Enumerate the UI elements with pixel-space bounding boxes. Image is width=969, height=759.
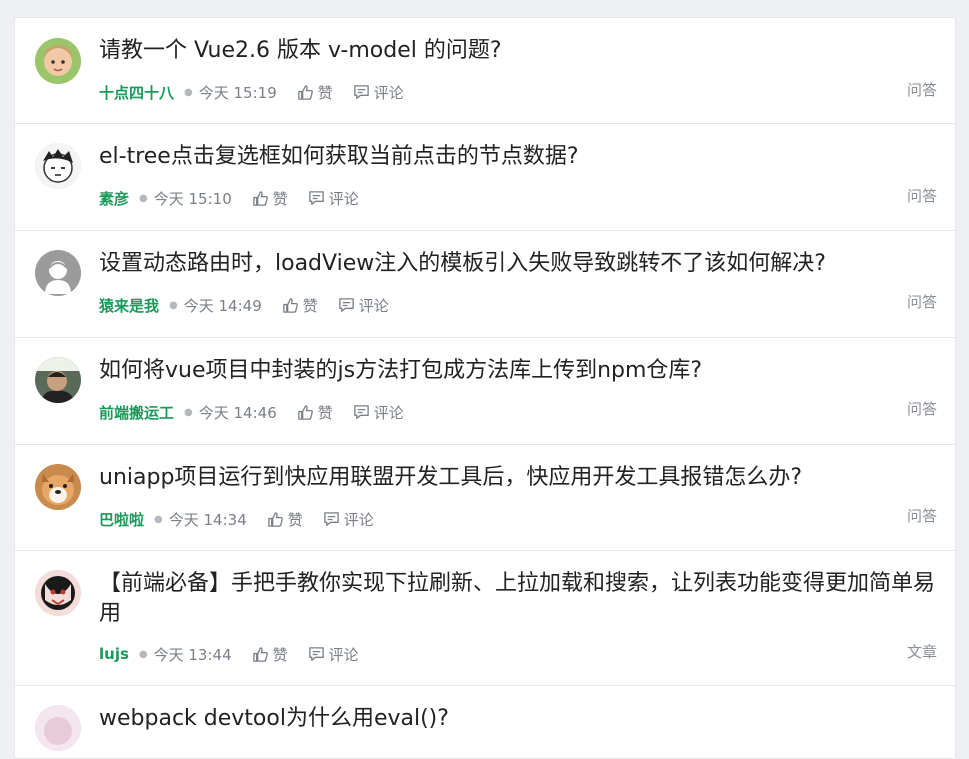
- post-type-tag[interactable]: 问答: [907, 505, 937, 526]
- post-type-tag[interactable]: 问答: [907, 79, 937, 100]
- post-type-tag[interactable]: 问答: [907, 398, 937, 419]
- author-name[interactable]: 猿来是我: [99, 295, 159, 316]
- thumbs-up-icon: [282, 297, 298, 313]
- feed-item[interactable]: el-tree点击复选框如何获取当前点击的节点数据? 素彦 ● 今天 15:10…: [15, 124, 955, 231]
- author-name[interactable]: 素彦: [99, 188, 129, 209]
- post-title[interactable]: 设置动态路由时，loadView注入的模板引入失败导致跳转不了该如何解决?: [99, 249, 939, 279]
- comment-label: 评论: [373, 83, 404, 102]
- post-title[interactable]: 请教一个 Vue2.6 版本 v-model 的问题?: [99, 36, 939, 66]
- comment-button[interactable]: 评论: [353, 82, 404, 103]
- feed-item[interactable]: 请教一个 Vue2.6 版本 v-model 的问题? 十点四十八 ● 今天 1…: [15, 18, 955, 124]
- comment-icon: [338, 297, 354, 312]
- comment-button[interactable]: 评论: [308, 644, 359, 665]
- post-time: 今天 14:46: [198, 403, 277, 422]
- separator-dot: ●: [138, 648, 148, 660]
- post-meta: 十点四十八 ● 今天 15:19 赞 评论: [99, 81, 404, 103]
- like-button[interactable]: 赞: [297, 402, 333, 423]
- feed-item[interactable]: 设置动态路由时，loadView注入的模板引入失败导致跳转不了该如何解决? 猿来…: [15, 231, 955, 338]
- post-type-tag[interactable]: 问答: [907, 185, 937, 206]
- avatar[interactable]: [35, 38, 81, 84]
- feed-item[interactable]: 如何将vue项目中封装的js方法打包成方法库上传到npm仓库? 前端搬运工 ● …: [15, 338, 955, 445]
- post-title[interactable]: 如何将vue项目中封装的js方法打包成方法库上传到npm仓库?: [99, 356, 939, 386]
- like-label: 赞: [272, 189, 288, 208]
- avatar[interactable]: [35, 464, 81, 510]
- post-type-tag[interactable]: 文章: [907, 641, 937, 662]
- like-label: 赞: [287, 510, 303, 529]
- thumbs-up-icon: [297, 404, 313, 420]
- post-type-tag[interactable]: 问答: [907, 291, 937, 312]
- post-time: 今天 14:49: [183, 296, 262, 315]
- feed-item[interactable]: webpack devtool为什么用eval()?: [15, 686, 955, 758]
- post-title[interactable]: webpack devtool为什么用eval()?: [99, 704, 939, 734]
- like-label: 赞: [272, 645, 288, 664]
- thumbs-up-icon: [252, 646, 268, 662]
- post-title[interactable]: 【前端必备】手把手教你实现下拉刷新、上拉加载和搜索，让列表功能变得更加简单易用: [99, 569, 939, 629]
- avatar[interactable]: [35, 143, 81, 189]
- post-title[interactable]: el-tree点击复选框如何获取当前点击的节点数据?: [99, 142, 939, 172]
- comment-icon: [308, 190, 324, 205]
- thumbs-up-icon: [297, 84, 313, 100]
- post-time: 今天 15:10: [153, 189, 232, 208]
- separator-dot: ●: [154, 513, 163, 525]
- like-button[interactable]: 赞: [252, 188, 288, 209]
- avatar[interactable]: [35, 570, 81, 616]
- comment-button[interactable]: 评论: [323, 509, 374, 530]
- like-button[interactable]: 赞: [282, 295, 318, 316]
- question-feed: 请教一个 Vue2.6 版本 v-model 的问题? 十点四十八 ● 今天 1…: [14, 17, 956, 759]
- comment-icon: [308, 646, 324, 661]
- post-meta: 前端搬运工 ● 今天 14:46 赞 评论: [99, 401, 404, 423]
- like-label: 赞: [317, 83, 333, 102]
- post-time: 今天 13:44: [153, 645, 232, 664]
- separator-dot: ●: [169, 299, 178, 311]
- comment-button[interactable]: 评论: [353, 402, 404, 423]
- comment-label: 评论: [343, 510, 374, 529]
- thumbs-up-icon: [267, 511, 283, 527]
- post-meta: 素彦 ● 今天 15:10 赞 评论: [99, 187, 359, 209]
- separator-dot: ●: [184, 406, 193, 418]
- like-button[interactable]: 赞: [297, 82, 333, 103]
- comment-label: 评论: [373, 403, 404, 422]
- post-time: 今天 14:34: [168, 510, 247, 529]
- comment-icon: [353, 84, 369, 99]
- thumbs-up-icon: [252, 190, 268, 206]
- feed-item[interactable]: 【前端必备】手把手教你实现下拉刷新、上拉加载和搜索，让列表功能变得更加简单易用 …: [15, 551, 955, 686]
- author-name[interactable]: lujs: [99, 645, 129, 663]
- comment-label: 评论: [328, 189, 359, 208]
- separator-dot: ●: [184, 86, 193, 98]
- comment-button[interactable]: 评论: [308, 188, 359, 209]
- like-button[interactable]: 赞: [252, 644, 288, 665]
- post-meta: lujs ● 今天 13:44 赞 评论: [99, 643, 359, 665]
- like-label: 赞: [302, 296, 318, 315]
- comment-icon: [353, 404, 369, 419]
- separator-dot: ●: [139, 192, 148, 204]
- author-name[interactable]: 十点四十八: [99, 82, 174, 103]
- post-title[interactable]: uniapp项目运行到快应用联盟开发工具后，快应用开发工具报错怎么办?: [99, 463, 939, 493]
- avatar[interactable]: [35, 705, 81, 751]
- avatar[interactable]: [35, 357, 81, 403]
- comment-icon: [323, 511, 339, 526]
- post-meta: 巴啦啦 ● 今天 14:34 赞 评论: [99, 508, 374, 530]
- comment-button[interactable]: 评论: [338, 295, 389, 316]
- avatar[interactable]: [35, 250, 81, 296]
- comment-label: 评论: [328, 645, 359, 664]
- feed-item[interactable]: uniapp项目运行到快应用联盟开发工具后，快应用开发工具报错怎么办? 巴啦啦 …: [15, 445, 955, 551]
- comment-label: 评论: [358, 296, 389, 315]
- author-name[interactable]: 前端搬运工: [99, 402, 174, 423]
- like-button[interactable]: 赞: [267, 509, 303, 530]
- author-name[interactable]: 巴啦啦: [99, 509, 144, 530]
- post-time: 今天 15:19: [198, 83, 277, 102]
- post-meta: 猿来是我 ● 今天 14:49 赞 评论: [99, 294, 389, 316]
- like-label: 赞: [317, 403, 333, 422]
